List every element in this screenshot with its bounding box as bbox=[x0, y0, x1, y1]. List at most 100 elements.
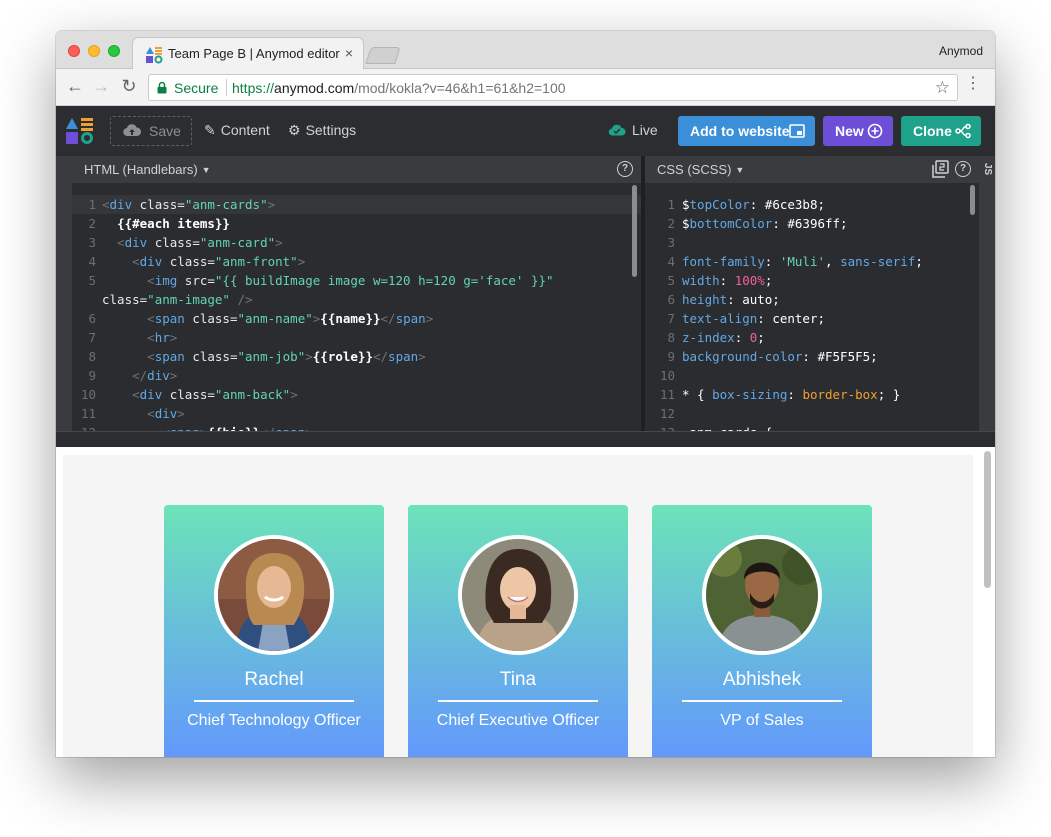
gear-icon: ⚙ bbox=[288, 122, 301, 138]
code-line[interactable]: 2 {{#each items}} bbox=[72, 214, 641, 233]
team-card[interactable]: Abhishek VP of Sales bbox=[652, 505, 872, 757]
code-line[interactable]: 9 </div> bbox=[72, 366, 641, 385]
js-pane-label[interactable]: JS bbox=[982, 163, 993, 175]
new-button[interactable]: New bbox=[823, 116, 893, 146]
html-language-select[interactable]: HTML (Handlebars) ▼ bbox=[84, 162, 211, 177]
code-line[interactable]: 2 $bottomColor: #6396ff; bbox=[645, 214, 979, 233]
add-to-website-button[interactable]: Add to website bbox=[678, 116, 815, 146]
help-icon[interactable]: ? bbox=[955, 161, 971, 177]
secure-label: Secure bbox=[174, 80, 219, 96]
js-pane-collapsed[interactable] bbox=[979, 156, 995, 431]
code-text: <div class="anm-card"> bbox=[117, 235, 283, 250]
code-text: <span class="anm-name">{{name}}</span> bbox=[147, 311, 434, 326]
line-number: 11 bbox=[80, 406, 96, 421]
code-text: <div class="anm-back"> bbox=[132, 387, 298, 402]
url-input[interactable]: Secure https://anymod.com/mod/kokla?v=46… bbox=[148, 74, 958, 101]
code-text: width: 100%; bbox=[682, 273, 773, 288]
forward-arrow-icon[interactable]: → bbox=[90, 76, 112, 97]
code-text: <hr> bbox=[147, 330, 178, 345]
caret-down-icon: ▼ bbox=[735, 165, 745, 175]
code-line[interactable]: 4 <div class="anm-front"> bbox=[72, 252, 641, 271]
code-text: * { box-sizing: border-box; } bbox=[682, 387, 901, 402]
content-tab[interactable]: ✎ Content bbox=[204, 122, 270, 139]
clone-button[interactable]: Clone bbox=[901, 116, 981, 146]
code-line[interactable]: 7 text-align: center; bbox=[645, 309, 979, 328]
preview-scrollbar[interactable] bbox=[984, 451, 991, 588]
code-text: font-family: 'Muli', sans-serif; bbox=[682, 254, 923, 269]
code-line[interactable]: 9 background-color: #F5F5F5; bbox=[645, 347, 979, 366]
code-text: <div class="anm-cards"> bbox=[102, 197, 276, 212]
line-number: 2 bbox=[88, 216, 96, 231]
html-code-editor[interactable]: 1 <div class="anm-cards"> 2 {{#each items}… bbox=[72, 183, 641, 431]
line-number: 10 bbox=[80, 387, 96, 402]
line-number: 6 bbox=[88, 311, 96, 326]
code-line[interactable]: 10 <div class="anm-back"> bbox=[72, 385, 641, 404]
code-line[interactable]: 7 <hr> bbox=[72, 328, 641, 347]
line-number: 8 bbox=[667, 330, 675, 345]
fork-icon bbox=[955, 123, 971, 139]
team-card[interactable]: Tina Chief Executive Officer bbox=[408, 505, 628, 757]
copy-icon[interactable] bbox=[932, 160, 949, 178]
code-line[interactable]: 11 <div> bbox=[72, 404, 641, 423]
help-icon[interactable]: ? bbox=[617, 161, 633, 177]
minimize-window-button[interactable] bbox=[88, 45, 100, 57]
bookmark-star-icon[interactable]: ☆ bbox=[935, 78, 950, 98]
line-number: 8 bbox=[88, 349, 96, 364]
preview-canvas: Rachel Chief Technology Officer Tina Chi… bbox=[63, 455, 973, 757]
code-line[interactable]: 6 <span class="anm-name">{{name}}</span> bbox=[72, 309, 641, 328]
line-number: 3 bbox=[88, 235, 96, 250]
code-line[interactable]: 13 .anm-cards { bbox=[645, 423, 979, 431]
code-line[interactable]: 3 <div class="anm-card"> bbox=[72, 233, 641, 252]
back-arrow-icon[interactable]: ← bbox=[64, 76, 86, 97]
browser-menu-icon[interactable]: ⋮ bbox=[965, 76, 981, 92]
zoom-window-button[interactable] bbox=[108, 45, 120, 57]
line-number: 4 bbox=[667, 254, 675, 269]
new-tab-button[interactable] bbox=[365, 47, 401, 64]
css-editor-scrollbar[interactable] bbox=[970, 185, 975, 215]
team-card[interactable]: Rachel Chief Technology Officer bbox=[164, 505, 384, 757]
card-name: Rachel bbox=[244, 669, 304, 690]
code-line[interactable]: 4 font-family: 'Muli', sans-serif; bbox=[645, 252, 979, 271]
html-pane-header: HTML (Handlebars) ▼ ? bbox=[56, 156, 641, 183]
code-line[interactable]: 3 bbox=[645, 233, 979, 252]
line-number: 2 bbox=[667, 216, 675, 231]
code-line[interactable]: 6 height: auto; bbox=[645, 290, 979, 309]
close-window-button[interactable] bbox=[68, 45, 80, 57]
anymod-logo-icon[interactable] bbox=[65, 116, 95, 146]
code-line[interactable]: 12 bbox=[645, 404, 979, 423]
code-line[interactable]: 10 bbox=[645, 366, 979, 385]
settings-tab[interactable]: ⚙ Settings bbox=[288, 122, 356, 139]
cloud-check-icon bbox=[608, 124, 626, 136]
code-line[interactable]: 1 $topColor: #6ce3b8; bbox=[645, 195, 979, 214]
code-line[interactable]: 5 width: 100%; bbox=[645, 271, 979, 290]
code-line[interactable]: class="anm-image" /> bbox=[72, 290, 641, 309]
code-text: <div> bbox=[147, 406, 185, 421]
html-editor-scrollbar[interactable] bbox=[632, 185, 637, 277]
code-line[interactable]: 5 <img src="{{ buildImage image w=120 h=… bbox=[72, 271, 641, 290]
card-job: VP of Sales bbox=[720, 712, 804, 729]
title-bar: Team Page B | Anymod editor × Anymod bbox=[56, 31, 995, 70]
css-code-editor[interactable]: 1 $topColor: #6ce3b8; 2 $bottomColor: #6396… bbox=[645, 183, 979, 431]
line-number: 9 bbox=[88, 368, 96, 383]
code-line[interactable]: 12 <span>{{bio}}</span> bbox=[72, 423, 641, 431]
code-text: $bottomColor: #6396ff; bbox=[682, 216, 848, 231]
code-line[interactable]: 8 <span class="anm-job">{{role}}</span> bbox=[72, 347, 641, 366]
anymod-favicon-icon bbox=[146, 47, 163, 64]
line-number: 1 bbox=[667, 197, 675, 212]
url-text: https://anymod.com/mod/kokla?v=46&h1=61&… bbox=[232, 80, 566, 96]
save-button[interactable]: Save bbox=[110, 116, 192, 146]
profile-name[interactable]: Anymod bbox=[939, 44, 983, 58]
code-line[interactable]: 1 <div class="anm-cards"> bbox=[72, 195, 641, 214]
live-status[interactable]: Live bbox=[608, 122, 658, 138]
reload-icon[interactable]: ↻ bbox=[118, 76, 140, 97]
browser-tab-active[interactable]: Team Page B | Anymod editor × bbox=[132, 37, 364, 70]
caret-down-icon: ▼ bbox=[201, 165, 211, 175]
css-language-select[interactable]: CSS (SCSS) ▼ bbox=[657, 162, 744, 177]
code-line[interactable]: 8 z-index: 0; bbox=[645, 328, 979, 347]
pencil-icon: ✎ bbox=[204, 122, 216, 138]
tab-close-icon[interactable]: × bbox=[345, 45, 353, 61]
horizontal-splitter[interactable] bbox=[56, 431, 995, 447]
line-number: 4 bbox=[88, 254, 96, 269]
card-job: Chief Executive Officer bbox=[436, 712, 600, 729]
code-line[interactable]: 11 * { box-sizing: border-box; } bbox=[645, 385, 979, 404]
